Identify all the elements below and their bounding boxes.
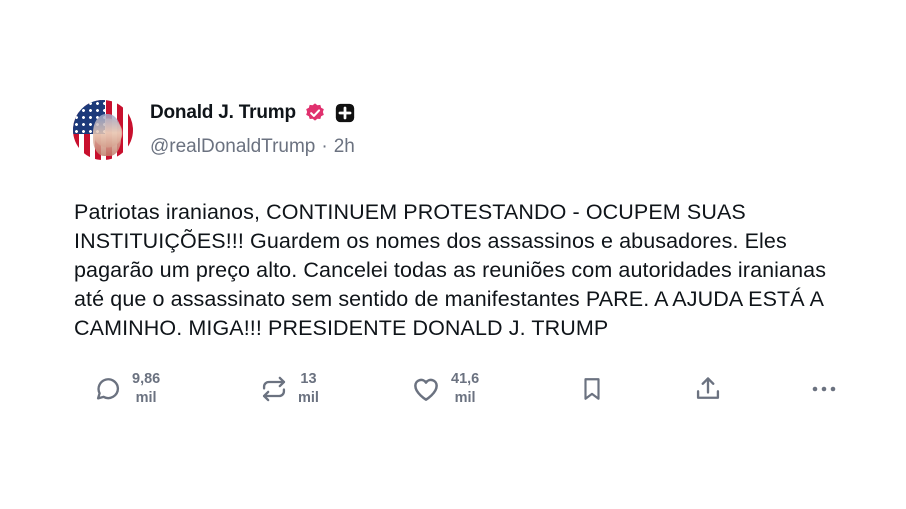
- reply-icon: [96, 378, 120, 400]
- bookmark-icon: [584, 378, 600, 400]
- post-text: Patriotas iranianos, CONTINUEM PROTESTAN…: [74, 200, 827, 340]
- separator-dot: ·: [321, 136, 328, 157]
- repost-count: 13 mil: [298, 371, 319, 406]
- repost-icon: [262, 376, 286, 402]
- author-handle-row: @realDonaldTrump · 2h: [150, 136, 355, 158]
- display-name[interactable]: Donald J. Trump: [150, 102, 296, 124]
- repost-button[interactable]: 13 mil: [260, 365, 319, 413]
- share-button[interactable]: [694, 365, 722, 413]
- heart-icon: [414, 378, 438, 401]
- reply-count: 9,86 mil: [132, 371, 161, 406]
- timestamp[interactable]: 2h: [334, 136, 355, 158]
- avatar[interactable]: [73, 100, 133, 160]
- like-button[interactable]: 41,6 mil: [411, 365, 479, 413]
- handle[interactable]: @realDonaldTrump: [150, 136, 315, 158]
- bookmark-button[interactable]: [579, 365, 605, 413]
- like-count: 41,6 mil: [451, 371, 480, 406]
- author-name-row: Donald J. Trump: [150, 100, 356, 126]
- reply-button[interactable]: 9,86 mil: [94, 365, 160, 413]
- action-bar: 9,86 mil 13 mil 41,6 mil: [0, 365, 906, 415]
- plus-badge-icon: [335, 103, 355, 123]
- more-button[interactable]: [809, 365, 839, 413]
- more-icon: [812, 386, 836, 392]
- share-icon: [696, 377, 720, 399]
- post-card: Donald J. Trump @realDonaldTrump · 2h Pa…: [0, 0, 906, 509]
- verified-icon: [306, 103, 324, 121]
